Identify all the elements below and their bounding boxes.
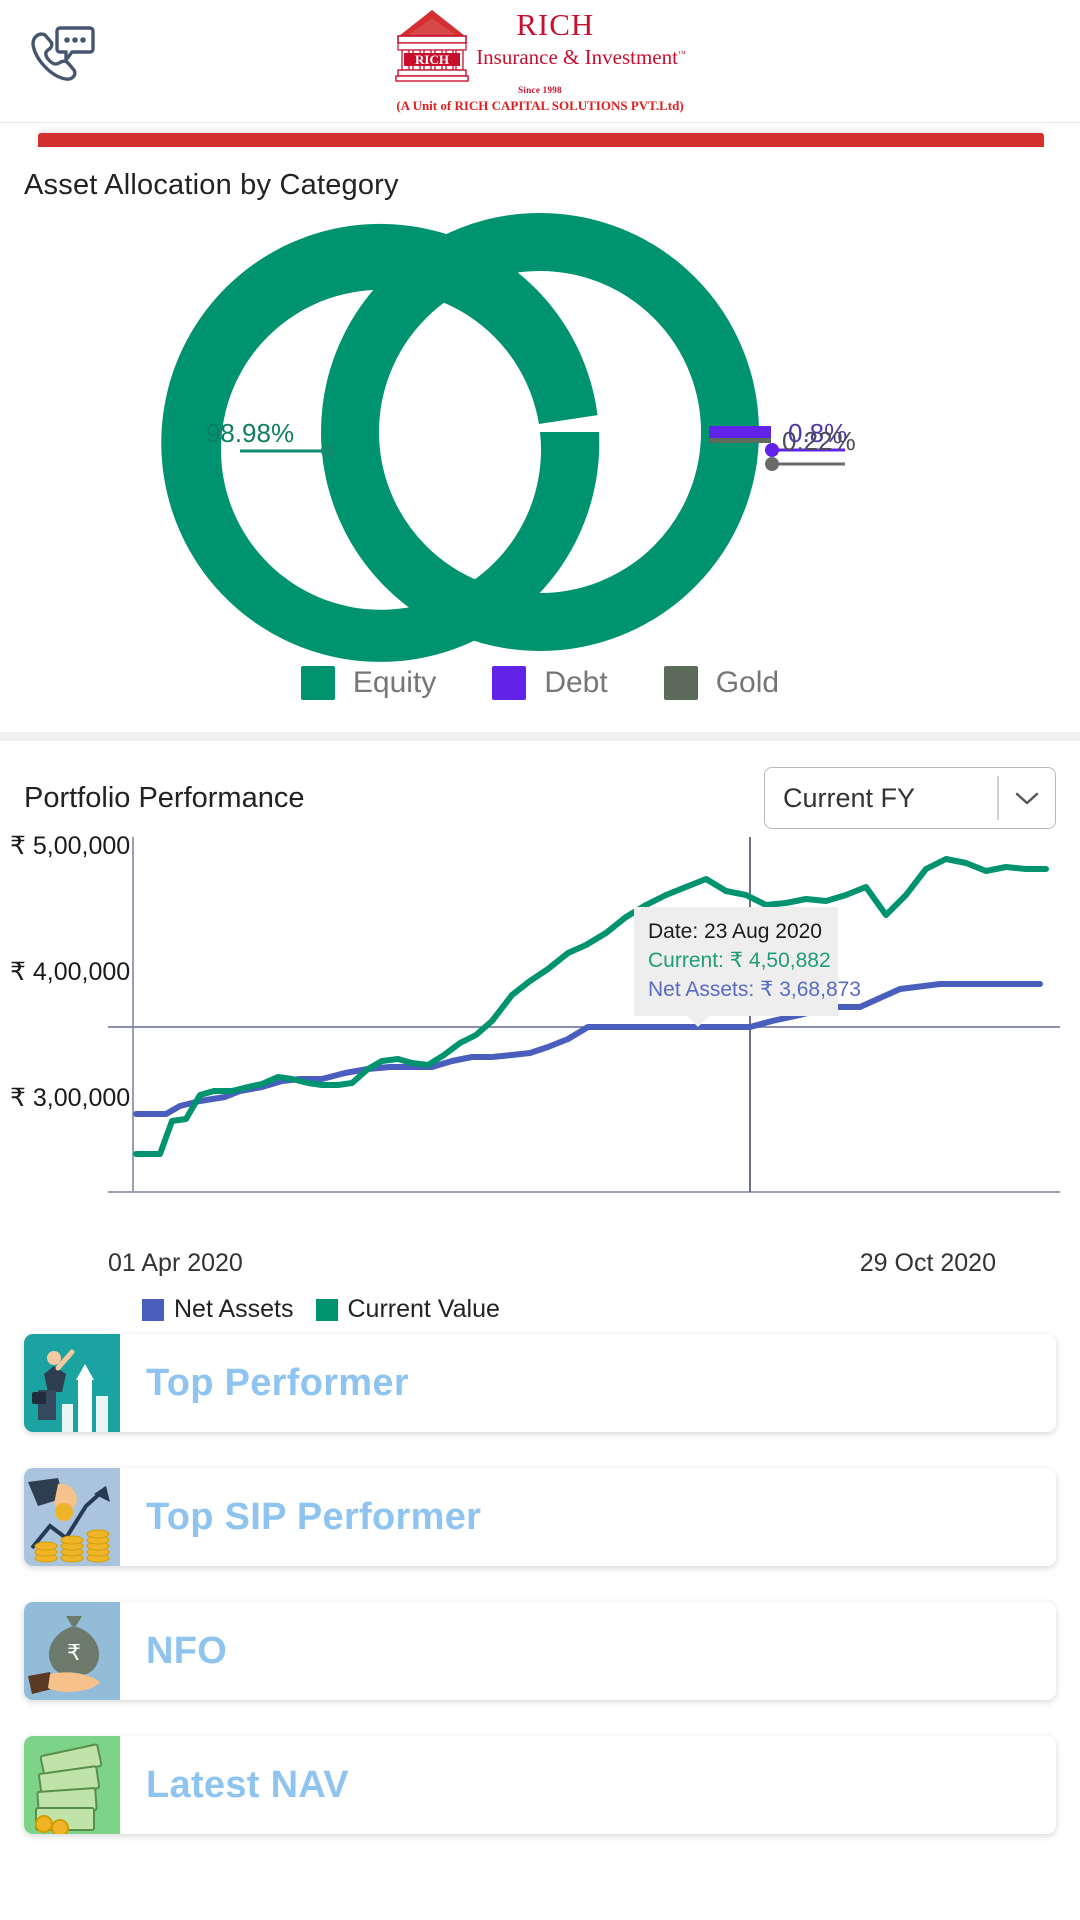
legend-item-debt[interactable]: Debt <box>492 666 608 700</box>
series-current-value <box>133 856 1049 1157</box>
gold-percent-label: 0.22% <box>782 426 856 456</box>
brand-logo: RICH RICH Insurance & Investment™ Since … <box>0 6 1080 114</box>
menu-label-latest-nav: Latest NAV <box>146 1763 349 1806</box>
fiscal-year-value: Current FY <box>783 782 916 813</box>
x-axis-labels: 01 Apr 2020 29 Oct 2020 <box>0 1249 1080 1289</box>
legend-label-gold: Gold <box>715 666 780 699</box>
brand-since: Since 1998 <box>518 85 562 95</box>
donut-slice-gold <box>709 438 771 443</box>
menu-card-nfo[interactable]: ₹ NFO <box>24 1602 1056 1700</box>
tooltip-date: Date: 23 Aug 2020 <box>648 920 822 943</box>
donut-legend: Equity Debt Gold <box>0 666 1080 700</box>
legend-item-current-value[interactable]: Current Value <box>315 1295 500 1324</box>
debt-leader-dot <box>765 443 779 457</box>
brand-tagline: Insurance & Investment™ <box>476 45 686 69</box>
donut-slice-debt <box>709 426 771 438</box>
menu-label-top-sip-performer: Top SIP Performer <box>146 1495 482 1538</box>
tooltip-current: Current: ₹ 4,50,882 <box>648 949 831 972</box>
x-axis-start-label: 01 Apr 2020 <box>108 1249 243 1277</box>
asset-allocation-card: Asset Allocation by Category 98.98% 0.8% <box>0 147 1080 732</box>
chevron-down-icon[interactable] <box>999 790 1055 806</box>
menu-label-top-performer: Top Performer <box>146 1361 409 1404</box>
gold-leader-dot <box>765 457 779 471</box>
app-header: RICH RICH Insurance & Investment™ Since … <box>0 0 1080 123</box>
brand-unit: (A Unit of RICH CAPITAL SOLUTIONS PVT.Lt… <box>396 98 684 113</box>
legend-swatch-debt <box>492 666 527 700</box>
series-net-assets <box>133 981 1043 1117</box>
legend-label-net-assets: Net Assets <box>174 1295 294 1323</box>
donut-chart: 98.98% 0.8% 0.22% Equity Debt Gold <box>0 202 1080 732</box>
logo-wordmark: RICH <box>415 52 449 67</box>
equity-leader-dot <box>321 444 335 458</box>
y-tick-400000: ₹ 4,00,000 <box>10 958 130 986</box>
fiscal-year-select[interactable]: Current FY <box>764 767 1056 829</box>
brand-name: RICH <box>516 7 595 42</box>
legend-item-equity[interactable]: Equity <box>300 666 437 700</box>
portfolio-performance-title: Portfolio Performance <box>24 781 305 814</box>
legend-swatch-equity <box>300 666 335 700</box>
x-axis-end-label: 29 Oct 2020 <box>859 1249 996 1277</box>
legend-item-gold[interactable]: Gold <box>663 666 780 700</box>
banner-carousel-strip <box>0 123 1080 147</box>
legend-swatch-net-assets <box>142 1298 164 1321</box>
equity-percent-label: 98.98% <box>206 418 294 448</box>
legend-label-current-value: Current Value <box>347 1295 500 1323</box>
menu-card-top-sip-performer[interactable]: Top SIP Performer <box>24 1468 1056 1566</box>
legend-swatch-gold <box>663 666 698 700</box>
svg-text:₹: ₹ <box>67 1640 81 1665</box>
legend-swatch-current-value <box>315 1298 338 1321</box>
menu-label-nfo: NFO <box>146 1629 228 1672</box>
hand-coins-chart-icon <box>24 1468 120 1566</box>
portfolio-performance-card: Portfolio Performance Current FY ₹ 5,00,… <box>0 741 1080 1324</box>
line-chart-legend: Net Assets Current Value <box>0 1295 1080 1324</box>
cash-stack-icon <box>24 1736 120 1834</box>
money-bag-hand-icon: ₹ <box>24 1602 120 1700</box>
asset-allocation-title: Asset Allocation by Category <box>24 169 399 201</box>
quick-links-list: Top Performer Top SIP Performer ₹ NFO La… <box>0 1324 1080 1834</box>
section-divider <box>0 732 1080 741</box>
menu-card-top-performer[interactable]: Top Performer <box>24 1334 1056 1432</box>
legend-label-debt: Debt <box>544 666 608 699</box>
businessman-growth-icon <box>24 1334 120 1432</box>
trademark-symbol: ™ <box>677 49 686 58</box>
tooltip-net-assets: Net Assets: ₹ 3,68,873 <box>648 978 861 1001</box>
y-tick-500000: ₹ 5,00,000 <box>10 832 130 860</box>
chart-tooltip: Date: 23 Aug 2020 Current: ₹ 4,50,882 Ne… <box>634 907 861 1027</box>
menu-card-latest-nav[interactable]: Latest NAV <box>24 1736 1056 1834</box>
legend-item-net-assets[interactable]: Net Assets <box>142 1295 294 1324</box>
banner-red-bar <box>38 133 1044 147</box>
performance-line-chart: ₹ 5,00,000 ₹ 4,00,000 ₹ 3,00,000 Date: 2… <box>0 829 1080 1249</box>
legend-label-equity: Equity <box>352 666 437 699</box>
y-tick-300000: ₹ 3,00,000 <box>10 1084 130 1112</box>
temple-building-icon: RICH <box>394 6 470 84</box>
tooltip-pointer <box>686 1015 710 1027</box>
